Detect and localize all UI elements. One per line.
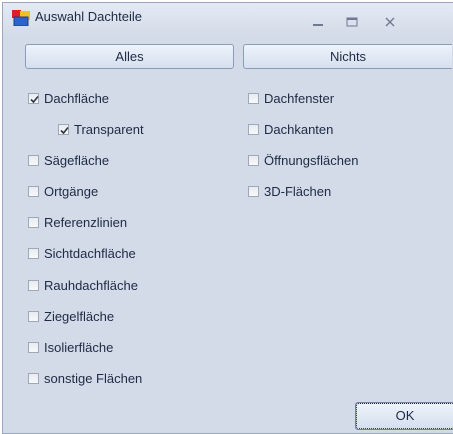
- checkbox-label: Dachfenster: [264, 90, 335, 106]
- maximize-icon: [346, 17, 358, 27]
- checkbox-label: Transparent: [74, 121, 144, 137]
- checkbox-ortgaenge[interactable]: Ortgänge: [28, 182, 98, 200]
- title-bar[interactable]: Auswahl Dachteile: [3, 3, 453, 36]
- checkbox-sichtdachflaeche[interactable]: Sichtdachfläche: [28, 244, 136, 262]
- checkbox-rauhdachflaeche[interactable]: Rauhdachfläche: [28, 276, 138, 294]
- checkbox-box[interactable]: [248, 123, 259, 135]
- checkbox-isolierflaeche[interactable]: Isolierfläche: [28, 338, 113, 356]
- checkbox-box[interactable]: [28, 279, 39, 291]
- checkbox-box[interactable]: [248, 185, 259, 197]
- checkbox-label: Isolierfläche: [44, 339, 114, 355]
- select-none-button[interactable]: Nichts: [243, 44, 452, 69]
- checkbox-box[interactable]: [28, 154, 39, 166]
- close-button[interactable]: [380, 12, 402, 30]
- checkbox-label: Sägefläche: [44, 152, 110, 168]
- checkbox-box[interactable]: [28, 372, 39, 384]
- checkbox-box[interactable]: [248, 154, 259, 166]
- checkbox-sonstige-flaechen[interactable]: sonstige Flächen: [28, 369, 142, 387]
- checkbox-box[interactable]: [28, 216, 39, 228]
- checkbox-saegeflaeche[interactable]: Sägefläche: [28, 151, 109, 169]
- checkmark-icon: [60, 126, 69, 134]
- checkbox-label: Ziegelfläche: [44, 308, 115, 324]
- checkbox-transparent[interactable]: Transparent: [58, 120, 144, 138]
- checkbox-label: Dachfläche: [44, 90, 110, 106]
- checkbox-box[interactable]: [248, 92, 259, 104]
- checkbox-oeffnungsflaechen[interactable]: Öffnungsflächen: [248, 151, 358, 169]
- window-title: Auswahl Dachteile: [35, 9, 142, 24]
- checkbox-label: Sichtdachfläche: [44, 245, 136, 261]
- checkbox-box[interactable]: [28, 310, 39, 322]
- checkmark-icon: [30, 95, 39, 103]
- checkbox-box[interactable]: [28, 341, 39, 353]
- checkbox-box[interactable]: [28, 92, 39, 104]
- select-all-button[interactable]: Alles: [25, 44, 234, 69]
- checkbox-dachkanten[interactable]: Dachkanten: [248, 120, 333, 138]
- checkbox-label: Referenzlinien: [44, 214, 128, 230]
- checkbox-ziegelflaeche[interactable]: Ziegelfläche: [28, 307, 114, 325]
- checkbox-label: Dachkanten: [264, 121, 334, 137]
- ok-button[interactable]: OK: [355, 402, 453, 430]
- checkbox-dachfenster[interactable]: Dachfenster: [248, 89, 334, 107]
- checkbox-3d-flaechen[interactable]: 3D-Flächen: [248, 182, 331, 200]
- checkbox-label: 3D-Flächen: [264, 183, 332, 199]
- checkbox-box[interactable]: [58, 123, 69, 135]
- checkbox-label: Öffnungsflächen: [264, 152, 359, 168]
- app-icon: [12, 10, 30, 27]
- close-icon: [385, 17, 395, 27]
- checkbox-label: Ortgänge: [44, 183, 99, 199]
- checkbox-box[interactable]: [28, 185, 39, 197]
- minimize-button[interactable]: [308, 12, 330, 30]
- checkbox-label: Rauhdachfläche: [44, 277, 138, 293]
- checkbox-referenzlinien[interactable]: Referenzlinien: [28, 213, 127, 231]
- checkbox-label: sonstige Flächen: [44, 370, 143, 386]
- minimize-icon: [313, 24, 323, 26]
- checkbox-dachflaeche[interactable]: Dachfläche: [28, 89, 109, 107]
- checkbox-box[interactable]: [28, 247, 39, 259]
- dialog-window: Auswahl Dachteile Alles Nichts Dachfläch…: [2, 2, 453, 434]
- maximize-button[interactable]: [346, 12, 368, 30]
